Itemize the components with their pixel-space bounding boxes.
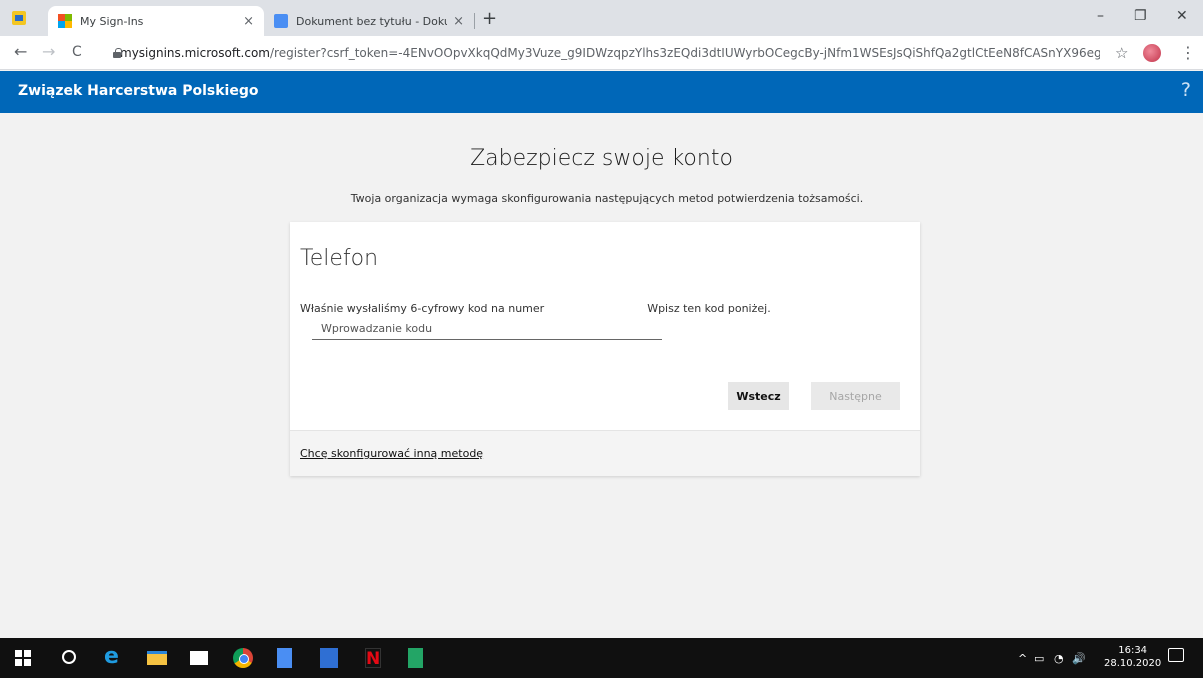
windows-taskbar: e N ^ ▭ ◔ 🔊 16:34 28.10.2020 <box>0 638 1203 678</box>
spreadsheet-icon[interactable] <box>408 648 423 668</box>
volume-icon[interactable]: 🔊 <box>1072 652 1086 665</box>
tab-separator <box>474 13 475 29</box>
browser-menu-icon[interactable]: ⋮ <box>1180 43 1196 62</box>
org-name: Związek Harcerstwa Polskiego <box>18 83 259 99</box>
wifi-icon[interactable]: ◔ <box>1054 652 1064 665</box>
browser-toolbar: ← → C mysignins.microsoft.com /register?… <box>0 36 1203 70</box>
chrome-icon[interactable] <box>233 648 253 668</box>
page-subtitle: Twoja organizacja wymaga skonfigurowania… <box>350 192 864 205</box>
edge-browser-icon[interactable]: e <box>104 644 124 669</box>
tray-chevron-icon[interactable]: ^ <box>1018 652 1027 665</box>
page-title: Zabezpiecz swoje konto <box>470 146 733 171</box>
alternate-method-link[interactable]: Chcę skonfigurować inną metodę <box>300 447 483 460</box>
url-path: /register?csrf_token=-4ENvOOpvXkqQdMy3Vu… <box>270 46 1100 60</box>
tab-my-sign-ins[interactable]: My Sign-Ins × <box>48 6 264 36</box>
card-footer: Chcę skonfigurować inną metodę <box>290 430 920 476</box>
netflix-icon[interactable]: N <box>365 648 381 669</box>
bookmark-star-icon[interactable]: ☆ <box>1115 44 1128 62</box>
restore-button[interactable]: ❐ <box>1134 8 1147 24</box>
phone-setup-card: Telefon Właśnie wysłaliśmy 6-cyfrowy kod… <box>290 222 920 476</box>
org-header: Związek Harcerstwa Polskiego ? <box>0 71 1203 113</box>
help-icon[interactable]: ? <box>1181 79 1191 101</box>
tab-close-icon[interactable]: × <box>243 14 254 29</box>
next-button[interactable]: Następne <box>811 382 900 410</box>
code-sent-message: Właśnie wysłaliśmy 6-cyfrowy kod na nume… <box>300 302 771 315</box>
tab-title: My Sign-Ins <box>80 14 144 28</box>
cortana-search-icon[interactable] <box>62 650 76 664</box>
url-host: mysignins.microsoft.com <box>120 46 270 60</box>
mail-icon[interactable] <box>190 651 208 665</box>
battery-icon[interactable]: ▭ <box>1034 652 1044 665</box>
message-text-before: Właśnie wysłaliśmy 6-cyfrowy kod na nume… <box>300 302 545 315</box>
reload-button[interactable]: C <box>72 44 82 60</box>
address-bar[interactable]: mysignins.microsoft.com /register?csrf_t… <box>100 40 1100 66</box>
code-input[interactable] <box>312 318 662 340</box>
tab-title: Dokument bez tytułu - Dokumen <box>296 14 447 28</box>
clock-time: 16:34 <box>1118 645 1148 656</box>
message-text-after: Wpisz ten kod poniżej. <box>647 302 771 315</box>
new-tab-button[interactable]: + <box>482 8 497 29</box>
microsoft-logo-icon <box>58 14 72 28</box>
app-launcher-icon[interactable] <box>12 11 26 25</box>
notification-center-icon[interactable] <box>1168 648 1184 662</box>
profile-avatar[interactable] <box>1143 44 1161 62</box>
file-explorer-icon[interactable] <box>147 651 167 665</box>
clock-date: 28.10.2020 <box>1104 658 1162 669</box>
back-button[interactable]: Wstecz <box>728 382 789 410</box>
google-docs-icon <box>274 14 288 28</box>
minimize-button[interactable]: – <box>1097 8 1104 24</box>
tab-google-docs[interactable]: Dokument bez tytułu - Dokumen × <box>264 6 474 36</box>
save-floppy-icon[interactable] <box>320 648 338 668</box>
forward-button[interactable]: → <box>42 42 55 61</box>
tab-close-icon[interactable]: × <box>453 14 464 29</box>
browser-tab-bar: My Sign-Ins × Dokument bez tytułu - Doku… <box>0 0 1203 36</box>
document-icon[interactable] <box>277 648 292 668</box>
windows-start-icon[interactable] <box>13 648 33 668</box>
card-title: Telefon <box>300 246 379 271</box>
system-clock[interactable]: 16:34 28.10.2020 <box>1104 644 1161 670</box>
back-button[interactable]: ← <box>14 42 27 61</box>
close-window-button[interactable]: ✕ <box>1176 8 1188 24</box>
